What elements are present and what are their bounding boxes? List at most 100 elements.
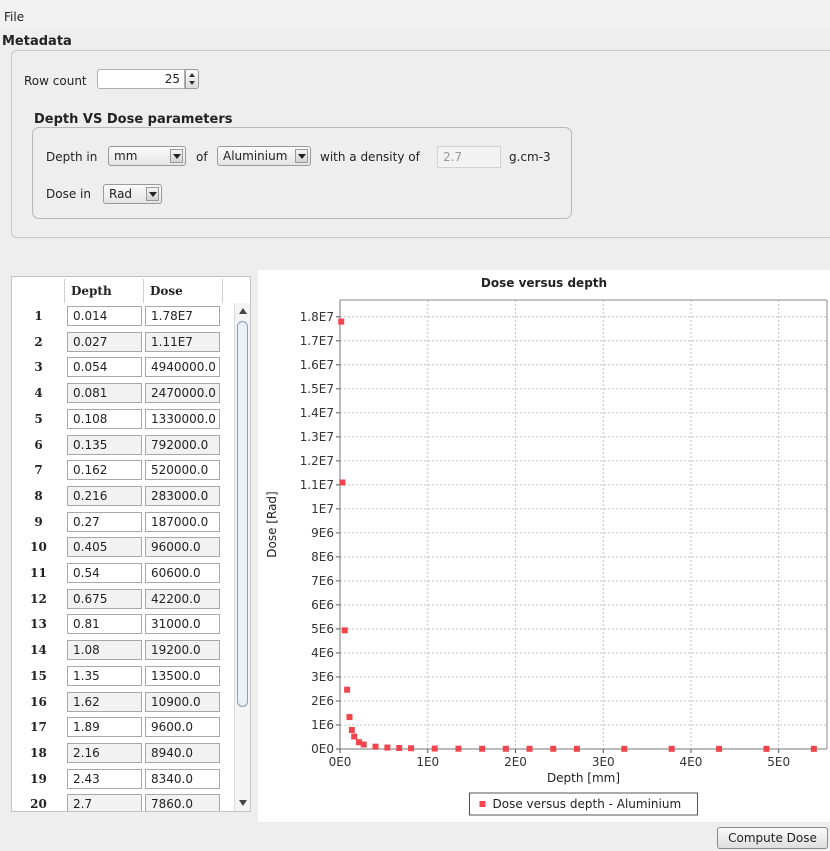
dose-cell[interactable]: 7860.0 <box>145 794 220 811</box>
row-number: 15 <box>30 668 47 683</box>
row-count-spinner[interactable]: 25 <box>97 69 199 91</box>
compute-dose-button[interactable]: Compute Dose <box>717 827 828 849</box>
data-point <box>763 745 770 752</box>
dose-cell[interactable]: 2470000.0 <box>145 383 220 404</box>
y-tick-label: 1.2E7 <box>300 454 334 468</box>
depth-cell[interactable]: 1.62 <box>67 691 142 712</box>
chart-panel: Dose versus depth 0E0 1E6 2E6 3E6 4E6 5E6 6E6 7… <box>258 270 830 822</box>
depth-cell[interactable]: 0.675 <box>67 588 142 609</box>
dose-in-label: Dose in <box>46 187 91 201</box>
y-tick-label: 1.6E7 <box>300 358 334 372</box>
data-point <box>372 743 379 750</box>
table-row: 17 1.89 9600.0 <box>12 714 234 740</box>
data-point <box>573 745 580 752</box>
depth-cell[interactable]: 2.43 <box>67 768 142 789</box>
dose-cell[interactable]: 60600.0 <box>145 563 220 583</box>
dose-cell[interactable]: 8940.0 <box>145 742 220 763</box>
dose-cell[interactable]: 1.78E7 <box>145 306 220 326</box>
table-row: 7 0.162 520000.0 <box>12 457 234 483</box>
depth-header[interactable]: Depth <box>65 279 144 303</box>
dose-cell[interactable]: 42200.0 <box>145 588 220 609</box>
spinner-up-icon[interactable] <box>189 73 195 77</box>
dose-unit-select[interactable]: Rad <box>103 184 162 204</box>
dose-cell[interactable]: 96000.0 <box>145 537 220 558</box>
depth-cell[interactable]: 0.081 <box>67 383 142 404</box>
depth-cell[interactable]: 0.108 <box>67 408 142 429</box>
depth-cell[interactable]: 0.054 <box>67 357 142 378</box>
dose-cell[interactable]: 520000.0 <box>145 460 220 481</box>
metadata-title: Metadata <box>2 34 72 49</box>
dose-cell[interactable]: 13500.0 <box>145 665 220 686</box>
table-row: 4 0.081 2470000.0 <box>12 380 234 406</box>
depth-cell[interactable]: 1.89 <box>67 717 142 738</box>
dose-cell[interactable]: 1330000.0 <box>145 408 220 429</box>
legend-label: Dose versus depth - Aluminium <box>493 797 682 811</box>
table-row: 6 0.135 792000.0 <box>12 432 234 458</box>
dose-header[interactable]: Dose <box>144 279 223 303</box>
y-tick-label: 1.3E7 <box>300 430 334 444</box>
depth-cell[interactable]: 0.027 <box>67 331 142 352</box>
depth-unit-value: mm <box>114 149 138 163</box>
spinner-buttons[interactable] <box>185 69 199 89</box>
scroll-down-icon[interactable] <box>239 800 247 806</box>
depth-unit-select[interactable]: mm <box>108 146 186 166</box>
dose-cell[interactable]: 1.11E7 <box>145 331 220 352</box>
dose-cell[interactable]: 792000.0 <box>145 434 220 455</box>
depth-cell[interactable]: 0.54 <box>67 563 142 583</box>
dose-cell[interactable]: 19200.0 <box>145 640 220 661</box>
spinner-down-icon[interactable] <box>189 81 195 85</box>
row-number: 9 <box>34 514 43 529</box>
depth-cell[interactable]: 0.216 <box>67 485 142 506</box>
row-number: 2 <box>34 334 43 349</box>
data-point <box>526 745 533 752</box>
y-tick-label: 4E6 <box>311 646 334 660</box>
depth-cell[interactable]: 0.81 <box>67 614 142 635</box>
row-count-field[interactable]: 25 <box>97 69 185 89</box>
table-row: 8 0.216 283000.0 <box>12 483 234 509</box>
x-tick-label: 3E0 <box>592 755 615 769</box>
row-number: 3 <box>34 360 43 375</box>
row-number: 17 <box>30 720 47 735</box>
table-row: 1 0.014 1.78E7 <box>12 303 234 329</box>
data-point <box>550 745 557 752</box>
depth-cell[interactable]: 0.135 <box>67 434 142 455</box>
depth-cell[interactable]: 1.08 <box>67 640 142 661</box>
y-tick-label: 5E6 <box>311 622 334 636</box>
material-select[interactable]: Aluminium <box>217 146 311 166</box>
dose-cell[interactable]: 9600.0 <box>145 717 220 738</box>
y-tick-label: 7E6 <box>311 574 334 588</box>
table-row: 2 0.027 1.11E7 <box>12 329 234 355</box>
y-tick-label: 8E6 <box>311 550 334 564</box>
dose-cell[interactable]: 4940000.0 <box>145 357 220 378</box>
depth-cell[interactable]: 2.16 <box>67 742 142 763</box>
table-scrollbar[interactable] <box>234 303 250 811</box>
x-tick-label: 5E0 <box>767 755 790 769</box>
dose-cell[interactable]: 10900.0 <box>145 691 220 712</box>
material-value: Aluminium <box>223 149 288 163</box>
data-point <box>396 744 403 751</box>
depth-cell[interactable]: 0.27 <box>67 511 142 532</box>
table-row: 20 2.7 7860.0 <box>12 791 234 811</box>
depth-cell[interactable]: 0.014 <box>67 306 142 326</box>
menu-bar: File <box>0 0 830 29</box>
y-tick-label: 1E7 <box>311 502 334 516</box>
x-tick-label: 4E0 <box>680 755 703 769</box>
dose-cell[interactable]: 31000.0 <box>145 614 220 635</box>
dose-cell[interactable]: 8340.0 <box>145 768 220 789</box>
y-tick-label: 0E0 <box>311 742 334 756</box>
row-number: 1 <box>34 309 43 323</box>
scrollbar-thumb[interactable] <box>237 321 248 707</box>
dose-cell[interactable]: 283000.0 <box>145 485 220 506</box>
menu-file[interactable]: File <box>4 10 24 24</box>
x-tick-label: 2E0 <box>504 755 527 769</box>
depth-cell[interactable]: 0.162 <box>67 460 142 481</box>
scroll-up-icon[interactable] <box>239 308 247 314</box>
depth-cell[interactable]: 0.405 <box>67 537 142 558</box>
depth-cell[interactable]: 2.7 <box>67 794 142 811</box>
data-point <box>384 744 391 751</box>
density-field[interactable]: 2.7 <box>437 146 501 168</box>
table-row: 19 2.43 8340.0 <box>12 766 234 792</box>
row-count-label: Row count <box>24 74 87 88</box>
dose-cell[interactable]: 187000.0 <box>145 511 220 532</box>
depth-cell[interactable]: 1.35 <box>67 665 142 686</box>
